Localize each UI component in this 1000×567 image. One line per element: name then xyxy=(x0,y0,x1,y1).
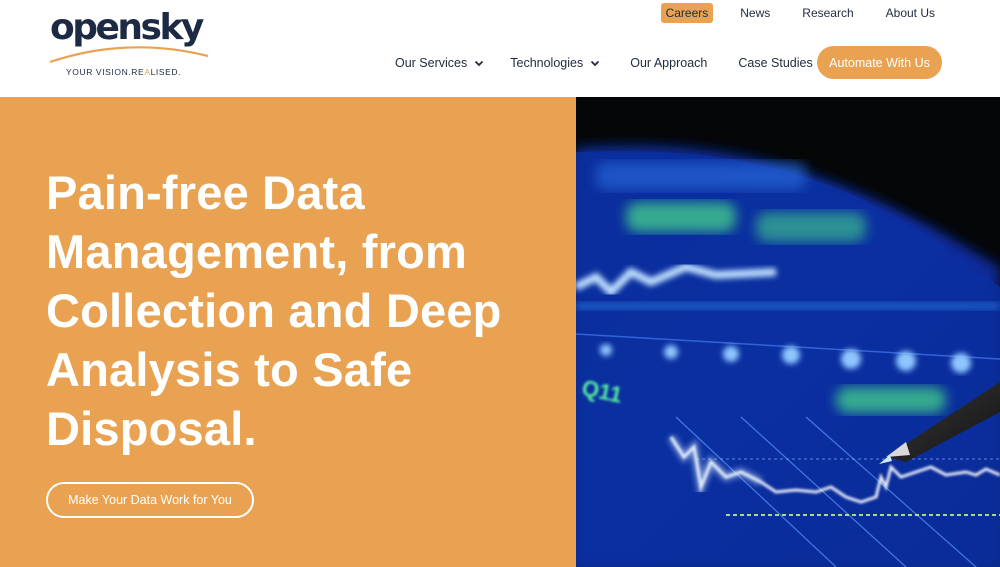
opensky-logo[interactable]: opensky YOUR VISION.REALISED. xyxy=(48,8,213,83)
nav-our-approach-label: Our Approach xyxy=(630,55,708,70)
hero-title: Pain-free Data Management, from Collecti… xyxy=(46,166,502,455)
logo-tagline: YOUR VISION.REALISED. xyxy=(66,67,182,77)
main-nav: Our Services Technologies Our Approach C… xyxy=(395,46,839,79)
nav-technologies[interactable]: Technologies xyxy=(510,56,600,70)
nav-our-services-label: Our Services xyxy=(395,55,468,70)
nav-case-studies[interactable]: Case Studies xyxy=(738,56,812,70)
logo-swoosh-icon xyxy=(49,46,209,64)
nav-research[interactable]: Research xyxy=(797,3,858,23)
nav-about-us[interactable]: About Us xyxy=(881,3,940,23)
chevron-down-icon xyxy=(475,60,484,66)
hero-panel: Pain-free Data Management, from Collecti… xyxy=(0,97,576,567)
nav-our-services[interactable]: Our Services xyxy=(395,56,484,70)
nav-technologies-label: Technologies xyxy=(510,55,584,70)
hero-image: Q11 xyxy=(576,97,1000,567)
nav-our-approach[interactable]: Our Approach xyxy=(630,56,707,70)
site-header: opensky YOUR VISION.REALISED. Careers Ne… xyxy=(0,0,1000,97)
nav-news[interactable]: News xyxy=(735,3,775,23)
data-chart-photo-illustration: Q11 xyxy=(576,97,1000,567)
nav-case-studies-label: Case Studies xyxy=(738,55,813,70)
automate-with-us-button[interactable]: Automate With Us xyxy=(817,46,942,79)
chevron-down-icon xyxy=(591,60,600,66)
nav-careers[interactable]: Careers xyxy=(660,3,714,23)
make-your-data-work-button[interactable]: Make Your Data Work for You xyxy=(46,482,254,518)
utility-nav: Careers News Research About Us xyxy=(639,3,940,23)
